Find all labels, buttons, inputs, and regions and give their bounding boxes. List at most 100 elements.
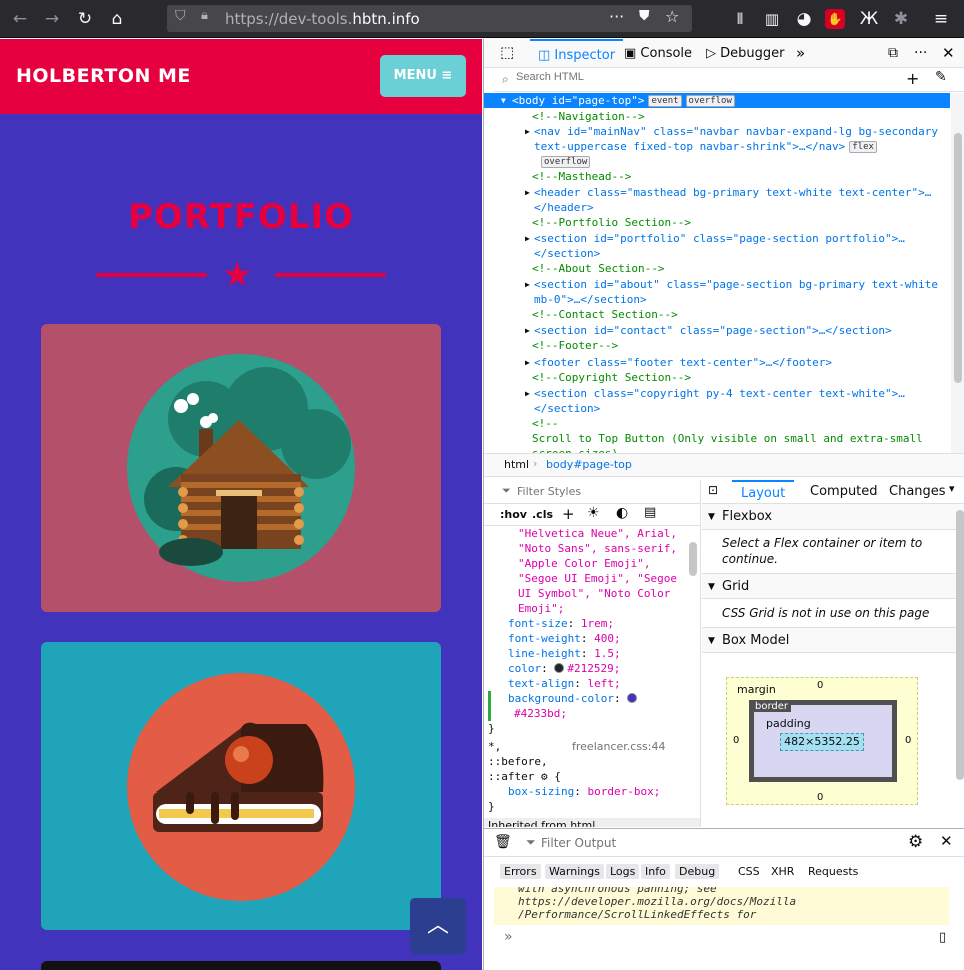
shield-icon[interactable]: ⛉ — [175, 8, 186, 24]
breadcrumb-html[interactable]: html — [504, 458, 529, 471]
html-node[interactable]: </header> — [534, 200, 594, 215]
settings-gear-icon[interactable]: ⚙ — [908, 832, 923, 852]
rule-line[interactable]: UI Symbol", "Noto Color — [518, 586, 670, 601]
filter-xhr[interactable]: XHR — [767, 864, 798, 879]
dark-theme-icon[interactable]: ◐ — [616, 505, 628, 521]
html-node[interactable]: overflow — [537, 154, 591, 169]
layout-scrollbar[interactable] — [956, 510, 964, 780]
color-swatch-icon[interactable] — [627, 693, 638, 703]
html-node[interactable]: Scroll to Top Button (Only visible on sm… — [532, 431, 923, 446]
tabs-overflow-icon[interactable]: ▾ — [949, 482, 955, 495]
html-badge[interactable]: overflow — [685, 95, 735, 107]
hov-toggle[interactable]: :hov — [500, 508, 527, 521]
filter-requests[interactable]: Requests — [804, 864, 862, 879]
rule-source-link[interactable]: freelancer.css:44 — [572, 739, 666, 754]
filter-css[interactable]: CSS — [734, 864, 764, 879]
rule-line[interactable]: font-size: 1rem; — [508, 616, 614, 631]
html-node[interactable]: <!-- — [532, 416, 559, 431]
rule-line[interactable]: Inherited from html — [484, 818, 700, 827]
rule-line[interactable]: } — [488, 721, 495, 736]
hand-extension-icon[interactable]: ✋ — [825, 9, 845, 29]
collapsed-arrow-icon[interactable]: ▶ — [525, 185, 530, 200]
content-size[interactable]: 482×5352.25 — [780, 733, 864, 751]
bug-icon[interactable]: ✱ — [889, 7, 913, 31]
html-node[interactable]: <footer class="footer text-center">…</fo… — [525, 355, 832, 370]
collapsed-arrow-icon[interactable]: ▶ — [525, 386, 530, 401]
filter-warnings[interactable]: Warnings — [545, 864, 604, 879]
grid-section-header[interactable]: ▼ Grid — [702, 573, 964, 599]
more-tabs-icon[interactable]: » — [796, 39, 805, 68]
margin-top-value[interactable]: 0 — [817, 680, 823, 691]
rule-line[interactable]: "Noto Sans", sans-serif, — [518, 541, 677, 556]
html-node[interactable]: mb-0">…</section> — [534, 292, 647, 307]
collapsed-arrow-icon[interactable]: ▶ — [525, 323, 530, 338]
html-node[interactable]: <section id="about" class="page-section … — [525, 277, 938, 292]
rule-line[interactable]: text-align: left; — [508, 676, 621, 691]
portfolio-item-cabin[interactable] — [41, 324, 441, 612]
html-tree-scrollbar[interactable] — [951, 93, 964, 453]
filter-errors[interactable]: Errors — [500, 864, 541, 879]
color-swatch-icon[interactable] — [554, 663, 565, 673]
tab-computed[interactable]: Computed — [810, 480, 878, 504]
html-node[interactable]: <!--About Section--> — [532, 261, 664, 276]
editor-mode-icon[interactable]: ▯ — [939, 930, 946, 945]
reload-icon[interactable]: ↻ — [73, 7, 97, 31]
rule-line[interactable]: line-height: 1.5; — [508, 646, 621, 661]
translate-icon[interactable]: Ж — [857, 7, 881, 31]
console-link[interactable]: https://developer.mozilla.org/docs/Mozil… — [494, 895, 949, 908]
close-devtools-icon[interactable]: ✕ — [942, 39, 955, 68]
tab-debugger[interactable]: ▷ Debugger — [706, 39, 785, 68]
flexbox-section-header[interactable]: ▼ Flexbox — [702, 504, 964, 530]
html-node[interactable]: <!--Contact Section--> — [532, 307, 678, 322]
rule-line[interactable]: #4233bd; — [488, 706, 567, 721]
tab-console[interactable]: ▣ Console — [624, 39, 692, 68]
pocket-icon[interactable]: ⛊ — [639, 8, 650, 24]
element-picker-icon[interactable]: ⬚ — [500, 43, 514, 61]
add-node-icon[interactable]: + — [906, 69, 919, 88]
filter-logs[interactable]: Logs — [606, 864, 640, 879]
breadcrumb-body[interactable]: body#page-top — [546, 458, 632, 471]
expanded-arrow-icon[interactable]: ▼ — [501, 93, 506, 108]
console-prompt[interactable]: » — [504, 929, 513, 945]
portfolio-item-3[interactable] — [41, 961, 441, 970]
dock-icon[interactable]: ⧉ — [888, 39, 898, 68]
html-node[interactable]: <section id="portfolio" class="page-sect… — [525, 231, 905, 246]
add-rule-icon[interactable]: + — [562, 505, 575, 523]
html-node[interactable]: <section class="copyright py-4 text-cent… — [525, 386, 905, 401]
margin-right-value[interactable]: 0 — [905, 735, 911, 746]
extension-icon[interactable]: ◕ — [792, 7, 816, 31]
collapsed-arrow-icon[interactable]: ▶ — [525, 231, 530, 246]
library-icon[interactable]: ⫴ — [728, 7, 752, 31]
html-node[interactable]: <!--Copyright Section--> — [532, 370, 691, 385]
filter-info[interactable]: Info — [641, 864, 670, 879]
rule-line[interactable]: "Apple Color Emoji", — [518, 556, 650, 571]
rule-line[interactable]: background-color: — [488, 691, 640, 706]
html-node[interactable]: screen sizes) — [532, 446, 618, 453]
trash-icon[interactable]: 🗑︎ — [494, 834, 512, 850]
cls-toggle[interactable]: .cls — [532, 508, 553, 521]
rule-line[interactable]: } — [488, 799, 495, 814]
collapsed-arrow-icon[interactable]: ▶ — [525, 277, 530, 292]
portfolio-item-cake[interactable] — [41, 642, 441, 930]
rule-line[interactable]: color: #212529; — [508, 661, 620, 676]
html-node-selected[interactable]: <body id="page-top"> event overflow ▼ — [484, 93, 950, 108]
html-node[interactable]: <header class="masthead bg-primary text-… — [525, 185, 931, 200]
page-actions-icon[interactable]: ··· — [609, 7, 624, 26]
html-badge[interactable]: overflow — [541, 156, 591, 168]
tab-changes[interactable]: Changes — [889, 480, 946, 504]
options-icon[interactable]: ··· — [914, 39, 927, 68]
rules-scrollbar[interactable] — [689, 542, 697, 576]
collapsed-arrow-icon[interactable]: ▶ — [525, 124, 530, 139]
rule-line[interactable]: "Helvetica Neue", Arial, — [518, 526, 677, 541]
search-html-input[interactable] — [516, 71, 886, 83]
home-icon[interactable]: ⌂ — [105, 7, 129, 31]
toggle-sidebar-icon[interactable]: ⊡ — [708, 483, 718, 497]
collapsed-arrow-icon[interactable]: ▶ — [525, 355, 530, 370]
html-node[interactable]: <!--Navigation--> — [532, 109, 645, 124]
url-bar[interactable]: ⛉ 🔒︎ https://dev-tools.hbtn.info ··· ⛊ ☆ — [167, 5, 692, 32]
html-node[interactable]: </section> — [534, 246, 600, 261]
rule-line[interactable]: "Segoe UI Emoji", "Segoe — [518, 571, 677, 586]
rule-line[interactable]: font-weight: 400; — [508, 631, 621, 646]
sidebar-icon[interactable]: ▥ — [760, 7, 784, 31]
margin-bottom-value[interactable]: 0 — [817, 792, 823, 803]
